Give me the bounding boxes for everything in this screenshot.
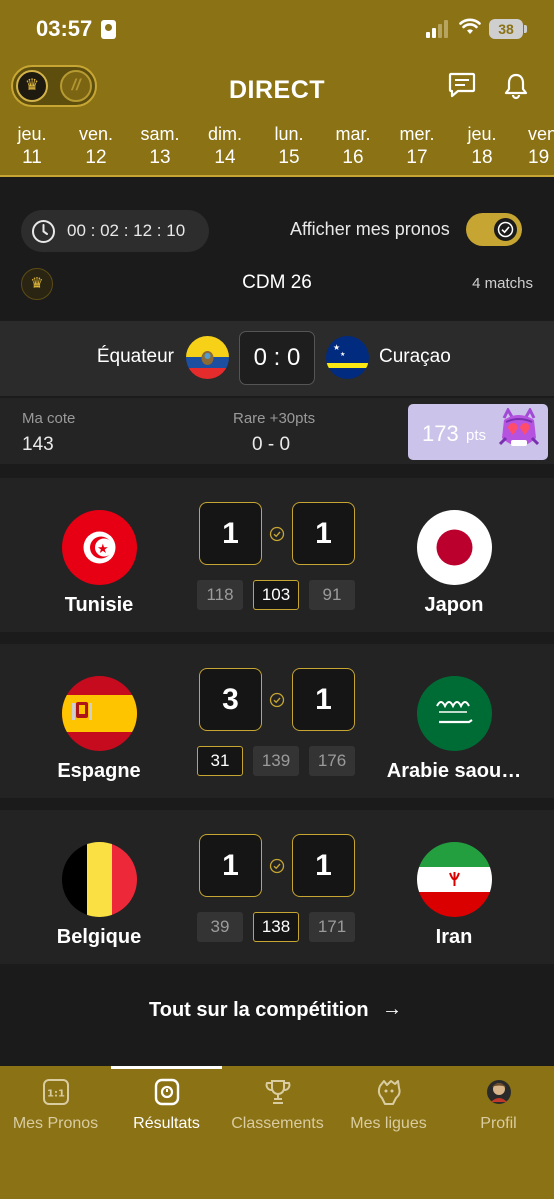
live-score: 0 : 0 (239, 331, 315, 385)
odd-draw-selected[interactable]: 103 (253, 580, 299, 610)
saudi-arabia-flag-icon (417, 676, 492, 751)
ma-cote-value: 143 (22, 434, 54, 455)
home-score-input[interactable]: 3 (199, 668, 262, 731)
wifi-icon (459, 18, 481, 34)
points-card[interactable]: 173 pts (408, 404, 548, 460)
away-team-name: Arabie saou… (386, 760, 522, 782)
tab-profil[interactable]: Profil (443, 1078, 554, 1133)
competition-link-label: Tout sur la compétition (149, 999, 369, 1021)
competition-link[interactable]: Tout sur la compétition → (0, 964, 554, 1066)
toggle-check-icon (492, 216, 519, 243)
odd-draw-selected[interactable]: 138 (253, 912, 299, 942)
chat-icon[interactable] (448, 72, 476, 98)
points-value: 173 (422, 421, 459, 446)
day-item[interactable]: jeu. 11 (0, 123, 64, 169)
clock-icon (32, 220, 55, 243)
odd-away-win[interactable]: 91 (309, 580, 355, 610)
show-pronos-toggle[interactable] (466, 213, 522, 246)
arrow-right-icon: → (382, 998, 402, 1020)
day-selector: jeu. 11 ven. 12 sam. 13 dim. 14 lun. 15 mar. 1… (0, 123, 554, 171)
svg-text:1:1: 1:1 (47, 1089, 65, 1100)
tab-label: Mes Pronos (12, 1115, 99, 1132)
day-item[interactable]: ven 19 (514, 123, 554, 169)
home-team-name: Espagne (57, 760, 141, 782)
check-circle-icon (269, 692, 285, 708)
svg-text:★: ★ (97, 542, 109, 557)
odd-home-win[interactable]: 39 (197, 912, 243, 942)
competition-header: 00 : 02 : 12 : 10 Afficher mes pronos ♛ … (0, 177, 554, 321)
tab-mes-pronos[interactable]: 1:1 Mes Pronos (0, 1078, 111, 1133)
svg-text:★: ★ (340, 351, 345, 358)
tab-resultats[interactable]: Résultats (111, 1078, 222, 1133)
countdown-pill: 00 : 02 : 12 : 10 (21, 210, 209, 252)
points-unit: pts (466, 427, 487, 444)
away-score-input[interactable]: 1 (292, 668, 355, 731)
competition-name: CDM 26 (242, 272, 312, 293)
tab-classements[interactable]: Classements (222, 1078, 333, 1133)
day-item[interactable]: mer. 17 (385, 123, 449, 169)
show-pronos-label: Afficher mes pronos (290, 219, 450, 239)
curacao-flag-icon: ★ ★ (326, 336, 369, 379)
odd-away-win[interactable]: 176 (309, 746, 355, 776)
tab-label: Classements (231, 1115, 324, 1132)
bottom-nav: 1:1 Mes Pronos Résultats Classements Mes… (0, 1066, 554, 1199)
home-team-name: Équateur (96, 346, 174, 367)
check-circle-icon (269, 858, 285, 874)
status-time: 03:57 (36, 16, 93, 41)
spain-flag-icon (62, 676, 137, 751)
match-card[interactable]: ★ Tunisie 1 1 118 103 91 Japon (0, 478, 554, 632)
tab-label: Profil (480, 1115, 517, 1132)
day-item[interactable]: sam. 13 (128, 123, 192, 169)
home-team-name: Tunisie (64, 594, 134, 616)
league-icon (377, 1080, 401, 1105)
day-item[interactable]: dim. 14 (193, 123, 257, 169)
away-score-input[interactable]: 1 (292, 502, 355, 565)
tab-label: Mes ligues (350, 1115, 427, 1132)
header: 03:57 38 ♛ // DIRECT jeu. 11 ven. 12 sam. 1… (0, 0, 554, 177)
id-card-icon (101, 20, 116, 39)
bell-icon[interactable] (503, 72, 529, 100)
odd-home-win-selected[interactable]: 31 (197, 746, 243, 776)
tunisia-flag-icon: ★ (62, 510, 137, 585)
one-one-icon: 1:1 (42, 1079, 69, 1105)
signal-icon (426, 20, 452, 38)
day-item[interactable]: ven. 12 (64, 123, 128, 169)
away-score-input[interactable]: 1 (292, 834, 355, 897)
mascot-icon (498, 408, 540, 446)
away-team-name: Curaçao (379, 346, 451, 367)
away-team-name: Iran (435, 926, 473, 948)
countdown-value: 00 : 02 : 12 : 10 (67, 221, 186, 240)
tab-label: Résultats (133, 1115, 200, 1132)
match-count: 4 matchs (472, 275, 533, 292)
ecuador-flag-icon (186, 336, 229, 379)
trophy-icon (265, 1080, 290, 1104)
tab-mes-ligues[interactable]: Mes ligues (333, 1078, 444, 1133)
rare-value: 0 - 0 (252, 434, 291, 455)
day-item[interactable]: lun. 15 (257, 123, 321, 169)
day-item[interactable]: jeu. 18 (450, 123, 514, 169)
odd-away-win[interactable]: 171 (309, 912, 355, 942)
odd-home-win[interactable]: 118 (197, 580, 243, 610)
day-item[interactable]: mar. 16 (321, 123, 385, 169)
match-card[interactable]: Belgique 1 1 39 138 171 Iran (0, 810, 554, 964)
battery-indicator: 38 (489, 19, 527, 39)
home-score-input[interactable]: 1 (199, 834, 262, 897)
match-card[interactable]: Espagne 3 1 31 139 176 Arabie saou… (0, 644, 554, 798)
live-match-row[interactable]: Équateur 0 : 0 ★ ★ Curaçao (0, 321, 554, 396)
active-tab-indicator (111, 1066, 222, 1069)
japan-flag-icon (417, 510, 492, 585)
rare-label: Rare +30pts (233, 410, 316, 427)
belgium-flag-icon (62, 842, 137, 917)
iran-flag-icon (417, 842, 492, 917)
avatar (486, 1080, 511, 1104)
odd-draw[interactable]: 139 (253, 746, 299, 776)
live-match-stats: Ma cote 143 Rare +30pts 0 - 0 173 pts (0, 398, 554, 464)
home-score-input[interactable]: 1 (199, 502, 262, 565)
ma-cote-label: Ma cote (22, 410, 76, 427)
live-icon (154, 1078, 179, 1106)
home-team-name: Belgique (56, 926, 142, 948)
away-team-name: Japon (424, 594, 484, 616)
check-circle-icon (269, 526, 285, 542)
